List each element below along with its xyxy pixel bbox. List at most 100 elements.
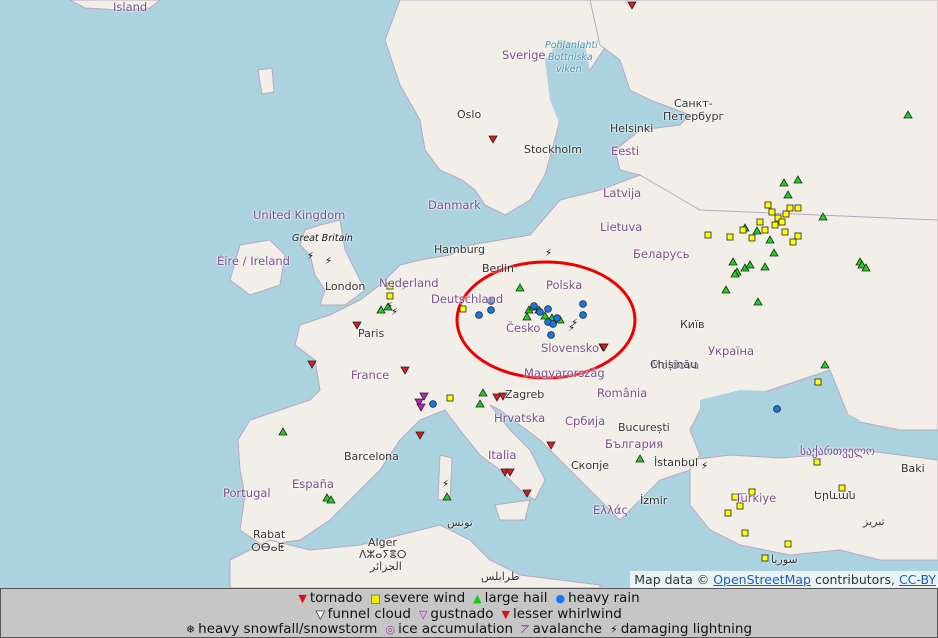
marker-severe-wind[interactable] xyxy=(446,394,454,402)
map-label-citie: Скопје xyxy=(571,459,610,472)
marker-severe-wind[interactable] xyxy=(781,228,789,236)
marker-heavy-rain[interactable] xyxy=(487,306,495,314)
map-label-sea: viken xyxy=(556,64,582,75)
legend-lesser-whirlwind-icon: ▼ xyxy=(501,608,510,621)
marker-severe-wind[interactable] xyxy=(704,231,712,239)
marker-severe-wind[interactable] xyxy=(724,509,732,517)
legend-tornado-label: tornado xyxy=(309,590,363,606)
map-label-countrie: Portugal xyxy=(223,486,271,500)
marker-severe-wind[interactable] xyxy=(786,204,794,212)
marker-severe-wind[interactable] xyxy=(768,208,776,216)
map-label-citie: طرابلس xyxy=(481,570,520,583)
marker-heavy-rain[interactable] xyxy=(429,400,437,408)
marker-severe-wind[interactable] xyxy=(761,554,769,562)
map-label-countrie: Slovensko xyxy=(541,341,599,355)
marker-severe-wind[interactable] xyxy=(813,458,821,466)
map-label-countrie: Србија xyxy=(565,414,606,428)
map-label-citie: Helsinki xyxy=(610,122,654,135)
legend-lesser-whirlwind: ▼ lesser whirlwind xyxy=(502,606,622,622)
marker-heavy-rain[interactable] xyxy=(579,311,587,319)
map-label-countrie: Italia xyxy=(488,448,517,462)
osm-link[interactable]: OpenStreetMap xyxy=(713,572,811,587)
marker-severe-wind[interactable] xyxy=(726,233,734,241)
attribution-suffix: contributors, xyxy=(814,572,895,587)
marker-severe-wind[interactable] xyxy=(794,232,802,240)
marker-severe-wind[interactable] xyxy=(756,218,764,226)
marker-heavy-rain[interactable] xyxy=(475,311,483,319)
map-label-misc: Great Britain xyxy=(292,233,353,244)
map-label-citie: İzmir xyxy=(640,494,668,507)
map-label-countrie: Latvija xyxy=(603,186,642,200)
map-label-countrie: Magyarország xyxy=(524,366,605,380)
map-label-countrie: Danmark xyxy=(428,198,481,212)
map-label-countrie: Беларусь xyxy=(633,247,690,261)
legend-funnel-cloud-label: funnel cloud xyxy=(327,606,411,622)
legend-tornado-icon: ▼ xyxy=(298,592,307,605)
legend-heavy-snowfall-label: heavy snowfall/snowstorm xyxy=(198,621,378,637)
map-label-countrie: Éire / Ireland xyxy=(217,254,290,268)
map-label-countrie: România xyxy=(597,386,648,400)
legend-avalanche: ⦢ avalanche xyxy=(521,621,602,637)
marker-damaging-lightning[interactable]: ⚡ xyxy=(571,318,578,329)
map-label-citie: London xyxy=(325,280,366,293)
legend-damaging-lightning: ⚡ damaging lightning xyxy=(610,621,752,637)
marker-heavy-rain[interactable] xyxy=(553,314,561,322)
marker-damaging-lightning[interactable]: ⚡ xyxy=(307,251,314,262)
map-label-citie: Oslo xyxy=(457,108,482,121)
legend-ice-accumulation-icon: ◎ xyxy=(385,623,396,636)
marker-severe-wind[interactable] xyxy=(789,238,797,246)
map-label-citie: Երևան xyxy=(814,489,856,502)
marker-damaging-lightning[interactable]: ⚡ xyxy=(701,461,708,472)
map-label-citie: Paris xyxy=(358,327,385,340)
marker-heavy-rain[interactable] xyxy=(530,302,538,310)
map-label-countrie: España xyxy=(292,477,334,491)
marker-severe-wind[interactable] xyxy=(386,292,394,300)
map-attribution: Map data © OpenStreetMap contributors, C… xyxy=(630,571,938,588)
marker-severe-wind[interactable] xyxy=(784,540,792,548)
marker-heavy-rain[interactable] xyxy=(773,405,781,413)
map-label-citie: الجزائر xyxy=(370,560,402,573)
marker-severe-wind[interactable] xyxy=(459,305,467,313)
marker-severe-wind[interactable] xyxy=(748,234,756,242)
legend-gustnado-icon: ▽ xyxy=(418,608,428,621)
map-label-citie: ⵔⴱⴰⵟ xyxy=(251,541,285,554)
map-label-citie: İstanbul xyxy=(654,456,699,469)
marker-severe-wind[interactable] xyxy=(771,221,779,229)
legend-ice-accumulation-label: ice accumulation xyxy=(398,621,514,637)
map-label-countrie: Island xyxy=(113,0,148,14)
attribution-prefix: Map data © xyxy=(634,572,710,587)
marker-heavy-rain[interactable] xyxy=(549,320,557,328)
marker-heavy-rain[interactable] xyxy=(547,331,555,339)
marker-severe-wind[interactable] xyxy=(741,529,749,537)
map-label-citie: Петербург xyxy=(663,110,725,123)
marker-severe-wind[interactable] xyxy=(761,226,769,234)
marker-damaging-lightning[interactable]: ⚡ xyxy=(442,479,449,490)
map-label-countrie: Україна xyxy=(708,344,755,358)
marker-heavy-rain[interactable] xyxy=(579,300,587,308)
legend-lesser-whirlwind-label: lesser whirlwind xyxy=(513,606,622,622)
map-label-sea: Pohjanlahti xyxy=(545,40,598,51)
license-link[interactable]: CC-BY xyxy=(899,572,936,587)
legend-row-1: ▼ tornado ■ severe wind ▲ large hail ● heavy ra… xyxy=(1,590,937,606)
map-label-countrie: Ελλάς xyxy=(593,503,629,517)
map-view[interactable]: ⚡ ⚡ ⚡ ⚡ ⚡ ⚡ ⚡ ⚡ ⚡ ⚡ Sverige Eesti Latvija Lietuva Dan… xyxy=(0,0,938,588)
map-label-citie: Київ xyxy=(680,318,705,331)
map-label-countrie: Polska xyxy=(546,278,583,292)
map-label-citie: Chișinău xyxy=(650,358,698,371)
marker-heavy-rain[interactable] xyxy=(544,305,552,313)
map-label-countrie: Nederland xyxy=(379,276,439,290)
marker-damaging-lightning[interactable]: ⚡ xyxy=(391,307,398,318)
marker-heavy-rain[interactable] xyxy=(536,308,544,316)
marker-severe-wind[interactable] xyxy=(794,204,802,212)
legend-tornado: ▼ tornado xyxy=(298,590,362,606)
legend-row-2: ▼ funnel cloud ▽ gustnado ▼ lesser whirlwind xyxy=(1,606,937,622)
marker-severe-wind[interactable] xyxy=(764,201,772,209)
marker-damaging-lightning[interactable]: ⚡ xyxy=(325,256,332,267)
marker-damaging-lightning[interactable]: ⚡ xyxy=(545,248,552,259)
marker-severe-wind[interactable] xyxy=(778,218,786,226)
legend-heavy-rain-icon: ● xyxy=(555,592,566,605)
marker-severe-wind[interactable] xyxy=(782,210,790,218)
legend-avalanche-label: avalanche xyxy=(532,621,602,637)
marker-severe-wind[interactable] xyxy=(814,378,822,386)
marker-severe-wind[interactable] xyxy=(739,226,747,234)
